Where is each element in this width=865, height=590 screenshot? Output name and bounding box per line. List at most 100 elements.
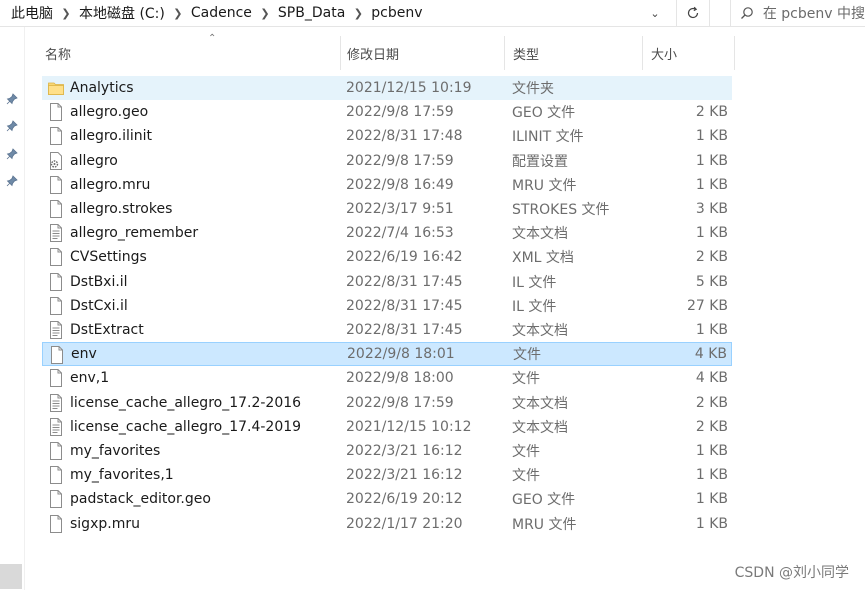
file-row[interactable]: CVSettings 2022/6/19 16:42 XML 文档 2 KB [42,245,732,269]
file-size: 2 KB [695,104,728,121]
file-row[interactable]: allegro.geo 2022/9/8 17:59 GEO 文件 2 KB [42,100,732,124]
file-icon [48,514,64,533]
file-type: 文本文档 [512,419,568,436]
address-bar[interactable]: 此电脑 ❯ 本地磁盘 (C:) ❯ Cadence ❯ SPB_Data ❯ p… [0,0,672,26]
file-type: 文本文档 [512,395,568,412]
nav-pane-item[interactable] [0,564,22,589]
file-icon [48,442,64,460]
file-row[interactable]: allegro_remember 2022/7/4 16:53 文本文档 1 KB [42,221,732,245]
pin-icon[interactable] [6,93,18,105]
file-row[interactable]: DstExtract 2022/8/31 17:45 文本文档 1 KB [42,318,732,342]
chevron-right-icon[interactable]: ❯ [347,0,369,26]
file-modified-date: 2022/3/17 9:51 [346,201,454,217]
file-size: 2 KB [695,394,728,411]
folder-row[interactable]: Analytics 2021/12/15 10:19 文件夹 [42,76,732,100]
folder-icon [48,79,64,97]
file-row[interactable]: allegro.ilinit 2022/8/31 17:48 ILINIT 文件 1 … [42,124,732,148]
file-row[interactable]: DstBxi.il 2022/8/31 17:45 IL 文件 5 KB [42,270,732,294]
file-modified-date: 2022/9/8 16:49 [346,176,454,193]
pin-icon[interactable] [6,120,18,132]
file-row[interactable]: sigxp.mru 2022/1/17 21:20 MRU 文件 1 KB [42,512,732,536]
file-type: IL 文件 [512,298,557,315]
file-type: 文件 [513,347,541,364]
file-type: 文件 [512,468,540,485]
file-row[interactable]: license_cache_allegro_17.4-2019 2021/12/1… [42,415,732,439]
breadcrumb-local-disk[interactable]: 本地磁盘 (C:) [77,0,167,26]
file-name: sigxp.mru [70,515,140,532]
file-type: 文件夹 [512,81,554,97]
file-row[interactable]: license_cache_allegro_17.2-2016 2022/9/8 … [42,391,732,415]
search-icon [731,6,763,20]
file-row[interactable]: env,1 2022/9/8 18:00 文件 4 KB [42,366,732,390]
file-modified-date: 2022/8/31 17:48 [346,128,463,145]
file-row[interactable]: allegro.mru 2022/9/8 16:49 MRU 文件 1 KB [42,173,732,197]
file-name: DstBxi.il [70,273,128,290]
search-box[interactable]: 在 pcbenv 中搜 [730,0,865,26]
file-size: 1 KB [695,128,728,145]
chevron-right-icon[interactable]: ❯ [55,0,77,26]
file-name: allegro.ilinit [70,128,152,145]
file-type: 文本文档 [512,226,568,243]
file-row[interactable]: DstCxi.il 2022/8/31 17:45 IL 文件 27 KB [42,294,732,318]
quick-access-strip [0,27,25,590]
file-name: my_favorites,1 [70,467,174,484]
address-dropdown-icon[interactable]: ⌄ [643,0,667,26]
file-size: 4 KB [695,370,728,387]
breadcrumb-spb-data[interactable]: SPB_Data [276,0,347,26]
column-name-header[interactable]: 名称 [37,36,341,70]
file-icon [48,369,64,388]
file-modified-date: 2022/7/4 16:53 [346,225,454,242]
file-icon [49,346,65,365]
file-icon [48,466,64,485]
file-modified-date: 2022/9/8 17:59 [346,152,454,169]
breadcrumb-pcbenv[interactable]: pcbenv [369,0,424,26]
column-type-header[interactable]: 类型 [505,36,643,70]
file-modified-date: 2022/3/21 16:12 [346,443,463,459]
chevron-right-icon[interactable]: ❯ [167,0,189,26]
file-modified-date: 2022/8/31 17:45 [346,297,463,314]
column-date-label: 修改日期 [347,47,400,63]
refresh-button[interactable] [676,0,710,26]
file-name: Analytics [70,80,134,96]
column-size-header[interactable]: 大小 [643,36,735,70]
file-size: 5 KB [695,273,728,290]
file-modified-date: 2022/6/19 20:12 [346,491,463,508]
file-modified-date: 2022/8/31 17:45 [346,273,463,290]
file-type: MRU 文件 [512,516,577,533]
file-type: GEO 文件 [512,492,576,509]
column-date-header[interactable]: 修改日期 [339,36,505,70]
watermark: CSDN @刘小同学 [734,565,849,581]
file-type: XML 文档 [512,250,574,267]
file-modified-date: 2022/9/8 17:59 [346,394,454,411]
column-header: ⌃ 名称 修改日期 类型 大小 [25,33,735,70]
file-row[interactable]: my_favorites 2022/3/21 16:12 文件 1 KB [42,439,732,463]
file-modified-date: 2022/6/19 16:42 [346,249,463,266]
file-name: allegro.geo [70,104,149,121]
pin-icon[interactable] [6,148,18,160]
breadcrumb-this-pc[interactable]: 此电脑 [0,0,55,26]
file-size: 1 KB [695,443,728,459]
file-row[interactable]: my_favorites,1 2022/3/21 16:12 文件 1 KB [42,463,732,487]
file-type: ILINIT 文件 [512,129,584,146]
file-name: allegro.strokes [70,201,173,217]
file-row[interactable]: allegro 2022/9/8 17:59 配置设置 1 KB [42,149,732,173]
file-type: 文件 [512,444,540,460]
file-type: 文本文档 [512,323,568,339]
pin-icon[interactable] [6,175,18,187]
navigation-bar: 此电脑 ❯ 本地磁盘 (C:) ❯ Cadence ❯ SPB_Data ❯ p… [0,0,865,27]
file-size: 1 KB [695,225,728,242]
file-name: license_cache_allegro_17.2-2016 [70,394,302,411]
text-file-icon [48,393,64,412]
file-row[interactable]: padstack_editor.geo 2022/6/19 20:12 GEO 文件… [42,487,732,511]
file-row[interactable]: allegro.strokes 2022/3/17 9:51 STROKES 文件 3… [42,197,732,221]
file-size: 1 KB [695,491,728,508]
chevron-right-icon[interactable]: ❯ [254,0,276,26]
file-icon [48,272,64,291]
file-name: padstack_editor.geo [70,491,211,508]
file-type: 文件 [512,371,540,388]
file-size: 2 KB [695,418,728,435]
text-file-icon [48,321,64,339]
file-row[interactable]: env 2022/9/8 18:01 文件 4 KB [42,342,732,367]
breadcrumb-cadence[interactable]: Cadence [189,0,254,26]
text-file-icon [48,417,64,436]
